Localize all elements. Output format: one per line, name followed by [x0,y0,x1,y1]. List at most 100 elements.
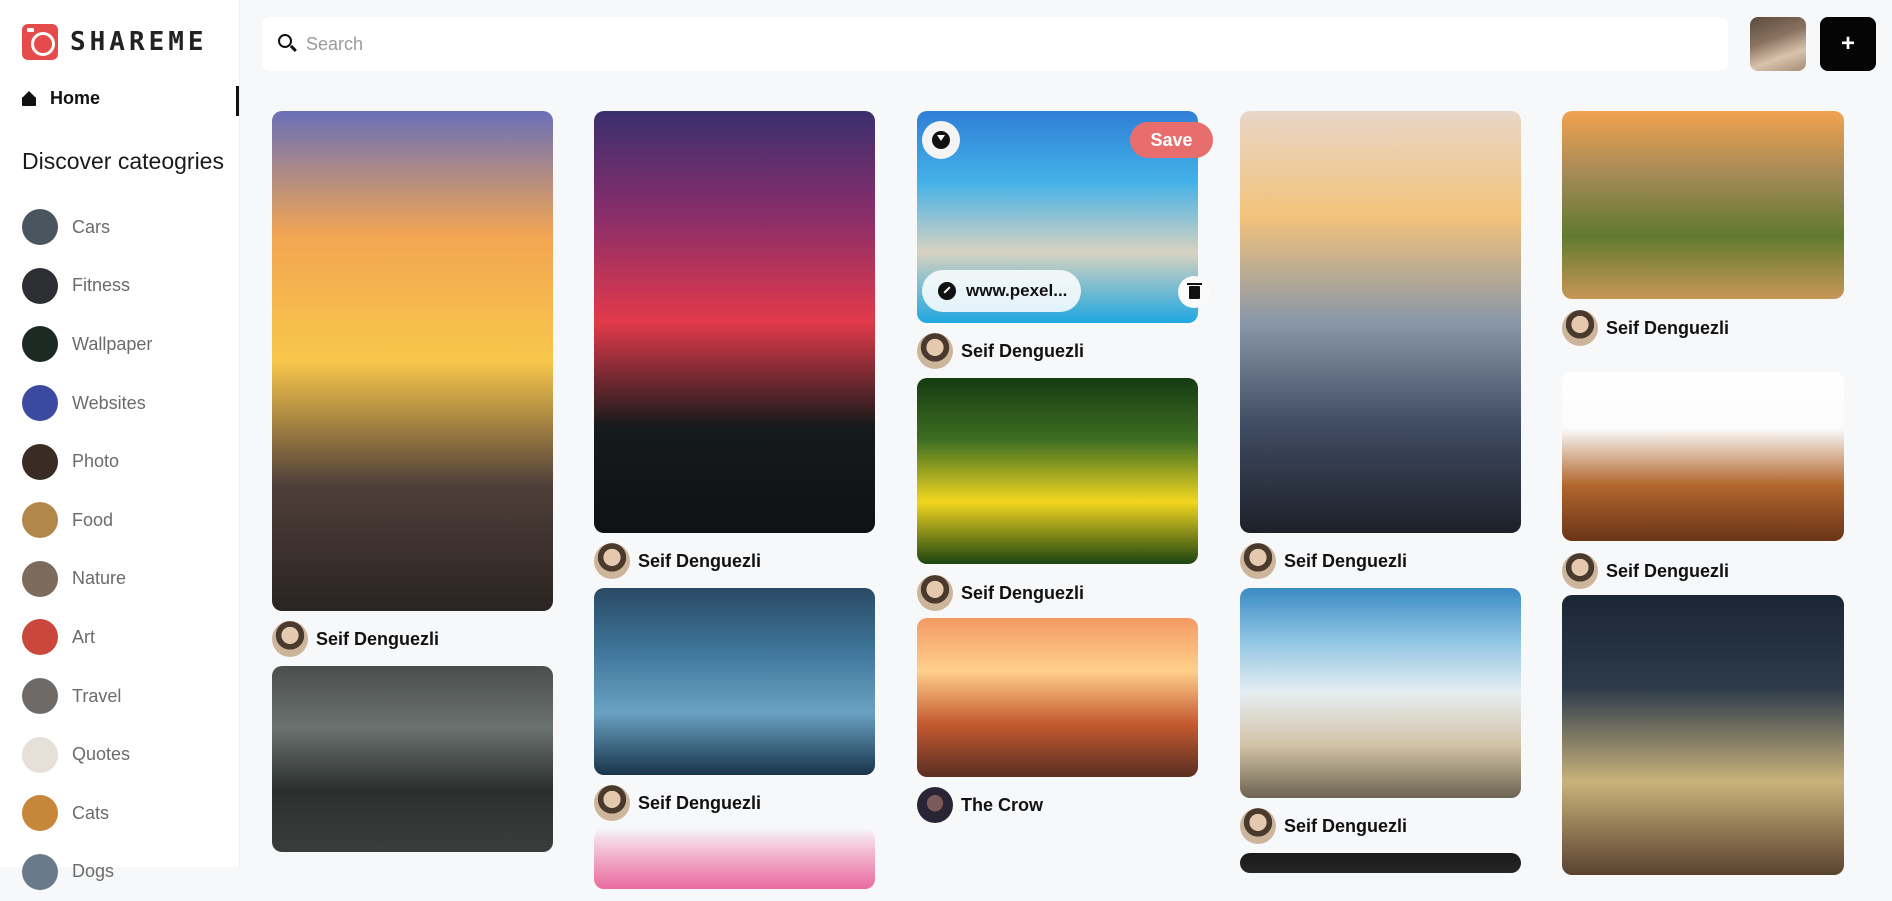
category-label: Quotes [72,744,131,765]
category-thumbnail [22,267,58,304]
category-thumbnail [22,385,58,422]
sidebar-category-item[interactable]: Cats [22,784,152,843]
pin-image[interactable] [1562,372,1844,541]
sidebar: SHAREME Home Discover cateogries Cars Fit… [0,0,240,890]
pin-image[interactable] [917,618,1198,777]
sidebar-category-item[interactable]: Food [22,491,152,550]
category-thumbnail [22,736,58,773]
sidebar-category-item[interactable]: Fitness [22,257,152,316]
sidebar-category-item[interactable]: Dogs [22,843,152,901]
app-name: SHAREME [70,27,208,57]
category-thumbnail [22,619,58,656]
author-name: Seif Denguezli [1606,560,1730,581]
category-thumbnail [22,326,58,363]
search-bar [262,17,1728,71]
search-input[interactable] [306,27,1706,61]
discover-title: Discover cateogries [22,148,224,174]
delete-button[interactable] [1178,276,1210,308]
author-name: Seif Denguezli [1284,550,1408,571]
category-label: Websites [72,392,146,413]
pin-author[interactable]: Seif Denguezli [1562,553,1729,589]
category-label: Photo [72,451,120,472]
category-label: Cars [72,216,111,237]
category-label: Food [72,509,114,530]
sidebar-item-label: Home [50,88,101,108]
category-thumbnail [22,795,58,832]
source-link-text: www.pexel... [966,281,1068,300]
search-icon [278,34,292,48]
pin-author[interactable]: Seif Denguezli [917,333,1084,369]
author-name: Seif Denguezli [961,340,1085,361]
author-avatar [1562,553,1598,589]
author-avatar [917,787,953,823]
pin-author[interactable]: Seif Denguezli [1240,808,1407,844]
sidebar-category-item[interactable]: Art [22,608,152,667]
home-icon [22,90,36,106]
pin-author[interactable]: Seif Denguezli [917,575,1084,611]
category-thumbnail [22,443,58,480]
sidebar-category-item[interactable]: Travel [22,667,152,726]
pin-author[interactable]: Seif Denguezli [1562,310,1729,346]
sidebar-category-item[interactable]: Quotes [22,725,152,784]
category-label: Nature [72,568,127,589]
pin-image[interactable] [1562,111,1844,299]
pin-image[interactable] [917,378,1198,564]
sidebar-item-home[interactable]: Home [22,88,100,109]
author-avatar [594,543,630,579]
arrow-up-right-icon [938,282,956,300]
category-thumbnail [22,853,58,890]
pin-author[interactable]: Seif Denguezli [1240,543,1407,579]
category-label: Wallpaper [72,333,153,354]
category-thumbnail [22,678,58,715]
pin-image[interactable] [1562,595,1844,875]
pin-author[interactable]: Seif Denguezli [594,785,761,821]
pin-image[interactable] [272,666,553,852]
author-name: Seif Denguezli [316,628,440,649]
category-list: Cars Fitness Wallpaper Websites Photo Food Nat… [22,198,152,901]
category-label: Art [72,626,96,647]
pin-image[interactable] [272,111,553,611]
pin-image[interactable] [594,111,875,533]
author-name: Seif Denguezli [1284,815,1408,836]
author-name: Seif Denguezli [961,582,1085,603]
category-label: Fitness [72,275,131,296]
author-avatar [917,333,953,369]
download-button[interactable] [922,121,960,159]
pin-image[interactable] [1240,111,1521,533]
category-thumbnail [22,209,58,246]
sidebar-category-item[interactable]: Photo [22,432,152,491]
save-button[interactable]: Save [1130,122,1213,158]
pin-image[interactable] [594,829,875,889]
pin-image[interactable] [1240,588,1521,798]
create-pin-button[interactable]: + [1820,17,1876,71]
app-logo[interactable]: SHAREME [22,24,208,60]
author-name: Seif Denguezli [638,792,762,813]
source-link[interactable]: www.pexel... [922,270,1081,312]
category-label: Cats [72,802,110,823]
author-avatar [272,621,308,657]
pin-author[interactable]: Seif Denguezli [272,621,439,657]
category-label: Travel [72,685,122,706]
author-avatar [1240,808,1276,844]
author-name: Seif Denguezli [1606,317,1730,338]
author-avatar [594,785,630,821]
sidebar-category-item[interactable]: Nature [22,550,152,609]
author-avatar [1240,543,1276,579]
pin-image[interactable] [594,588,875,775]
author-avatar [917,575,953,611]
sidebar-category-item[interactable]: Wallpaper [22,315,152,374]
pin-author[interactable]: Seif Denguezli [594,543,761,579]
author-name: The Crow [961,794,1044,815]
download-icon [932,131,950,149]
sidebar-category-item[interactable]: Cars [22,198,152,257]
category-thumbnail [22,560,58,597]
user-avatar[interactable] [1750,17,1806,71]
trash-icon [1186,282,1202,299]
pin-image[interactable] [1240,853,1521,873]
pin-author[interactable]: The Crow [917,787,1043,823]
category-thumbnail [22,502,58,539]
active-indicator [236,86,239,116]
category-label: Dogs [72,861,115,882]
author-avatar [1562,310,1598,346]
sidebar-category-item[interactable]: Websites [22,374,152,433]
